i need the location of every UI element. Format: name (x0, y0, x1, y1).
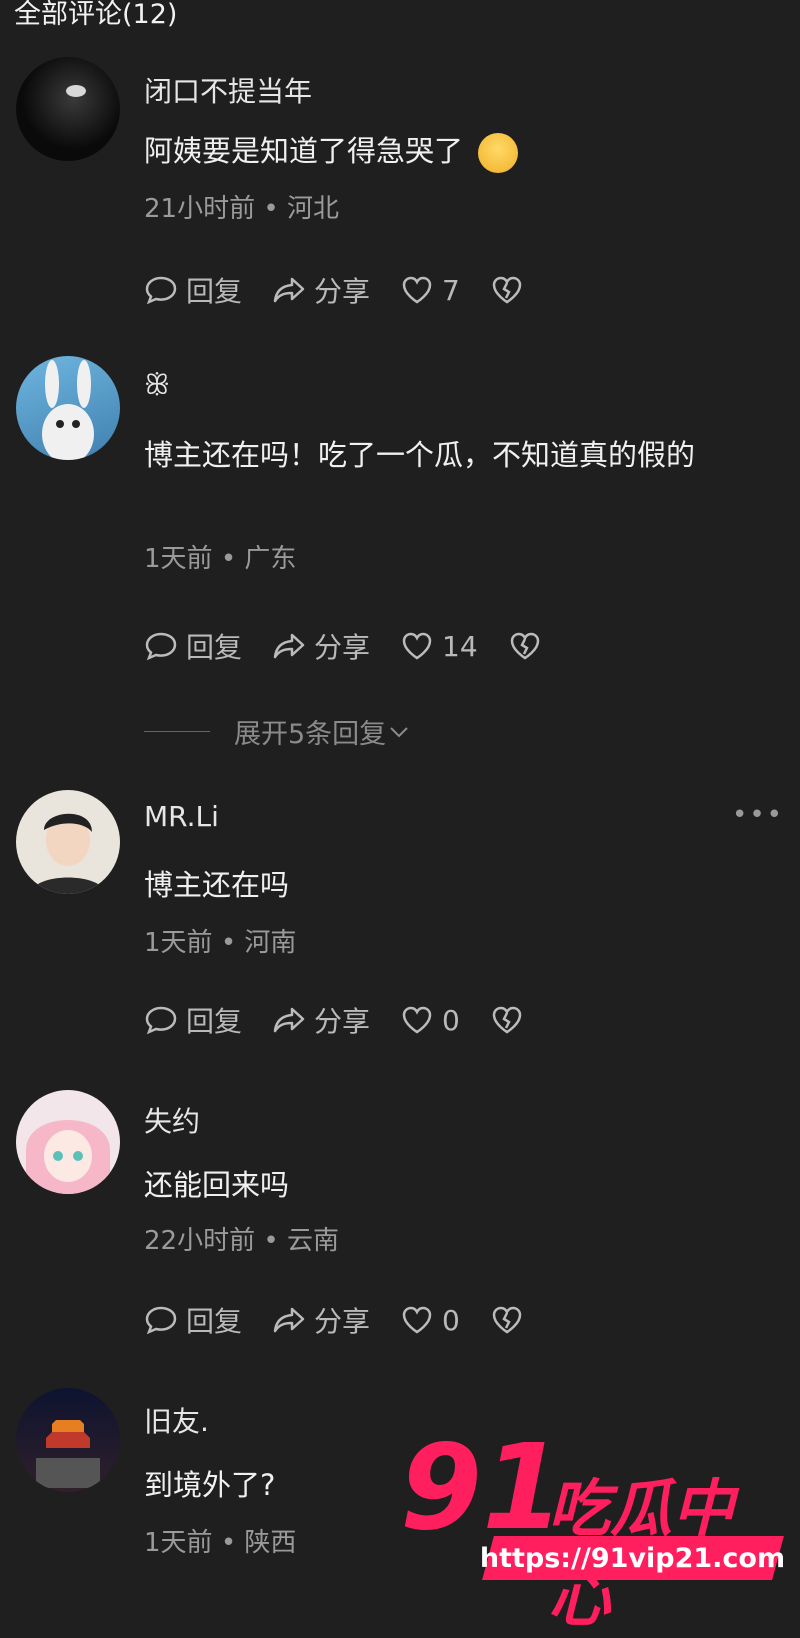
dislike-button[interactable] (490, 1303, 532, 1337)
username[interactable]: 旧友. (144, 1400, 209, 1440)
share-icon (273, 633, 305, 659)
comment-actions: 回复 分享 7 (144, 268, 562, 312)
share-button[interactable]: 分享 (272, 1300, 370, 1340)
crying-face-emoji-icon (478, 133, 519, 173)
reply-button[interactable]: 回复 (144, 1300, 242, 1340)
share-icon (273, 1307, 305, 1333)
avatar[interactable] (16, 57, 120, 161)
share-button[interactable]: 分享 (272, 626, 370, 666)
comment-actions: 回复 分享 0 (144, 998, 562, 1042)
expand-replies-button[interactable]: 展开5条回复 (144, 712, 412, 751)
more-options-icon[interactable]: ••• (732, 800, 784, 830)
watermark-number: 91 (400, 1418, 565, 1556)
comment-text: 博主还在吗！吃了一个瓜，不知道真的假的 (144, 438, 696, 472)
broken-heart-icon (492, 276, 522, 304)
like-button[interactable]: 14 (400, 629, 478, 663)
reply-icon (145, 632, 177, 661)
like-button[interactable]: 0 (400, 1303, 460, 1337)
like-button[interactable]: 0 (400, 1003, 460, 1037)
share-icon (273, 277, 305, 303)
avatar[interactable] (16, 1388, 120, 1492)
reply-button[interactable]: 回复 (144, 626, 242, 666)
divider (144, 731, 210, 732)
dislike-button[interactable] (490, 273, 532, 307)
like-button[interactable]: 7 (400, 273, 460, 307)
heart-icon (402, 276, 432, 304)
username[interactable]: MR.Li (144, 800, 219, 833)
reply-button[interactable]: 回复 (144, 1000, 242, 1040)
comments-header: 全部评论(12) (14, 0, 178, 30)
share-icon (273, 1007, 305, 1033)
username[interactable]: 失约 (144, 1100, 200, 1140)
watermark-logo: 91 吃瓜中心 https://91vip21.com (400, 1418, 790, 1635)
broken-heart-icon (492, 1306, 522, 1334)
comment-meta: 1天前 • 河南 (144, 928, 297, 958)
username[interactable]: 闭口不提当年 (144, 70, 312, 110)
heart-icon (402, 1306, 432, 1334)
dislike-button[interactable] (490, 1003, 532, 1037)
heart-icon (402, 632, 432, 660)
share-button[interactable]: 分享 (272, 270, 370, 310)
reply-icon (145, 1006, 177, 1035)
reply-button[interactable]: 回复 (144, 270, 242, 310)
reply-icon (145, 1306, 177, 1335)
comment-meta: 21小时前 • 河北 (144, 194, 339, 224)
avatar[interactable] (16, 790, 120, 894)
avatar[interactable] (16, 356, 120, 460)
dislike-button[interactable] (508, 629, 550, 663)
comment-meta: 1天前 • 陕西 (144, 1528, 297, 1558)
watermark-url: https://91vip21.com (480, 1536, 786, 1580)
comment-text: 还能回来吗 (144, 1168, 290, 1202)
broken-heart-icon (492, 1006, 522, 1034)
chevron-down-icon (390, 726, 408, 737)
comment-actions: 回复 分享 0 (144, 1298, 562, 1342)
comment-meta: 22小时前 • 云南 (144, 1226, 339, 1256)
heart-icon (402, 1006, 432, 1034)
reply-icon (145, 276, 177, 305)
comment-text: 博主还在吗 (144, 868, 290, 902)
share-button[interactable]: 分享 (272, 1000, 370, 1040)
broken-heart-icon (510, 632, 539, 660)
comment-meta: 1天前 • 广东 (144, 544, 297, 574)
username[interactable]: ꕥ (144, 368, 170, 402)
comment-actions: 回复 分享 14 (144, 624, 580, 668)
comment-text: 阿姨要是知道了得急哭了 (144, 118, 764, 184)
avatar[interactable] (16, 1090, 120, 1194)
